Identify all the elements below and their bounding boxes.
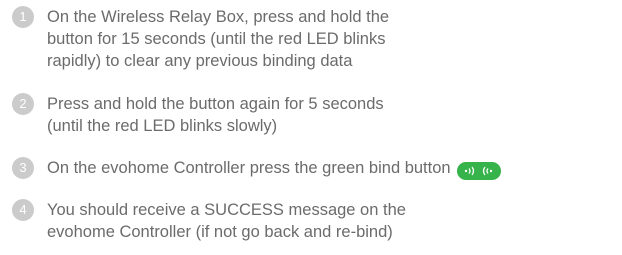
step-line: button for 15 seconds (until the red LED… [47, 30, 386, 48]
step-number: 1 [12, 6, 34, 28]
step-line: You should receive a SUCCESS message on … [47, 201, 406, 219]
bind-button-icon [456, 162, 501, 180]
step-2: 2 Press and hold the button again for 5 … [12, 93, 384, 137]
wireless-signal-reverse-icon [482, 166, 493, 176]
step-line: rapidly) to clear any previous binding d… [47, 52, 353, 70]
instruction-steps: 1 On the Wireless Relay Box, press and h… [0, 0, 622, 255]
step-line: On the Wireless Relay Box, press and hol… [47, 8, 390, 26]
step-number: 2 [12, 93, 34, 115]
step-line: Press and hold the button again for 5 se… [47, 95, 384, 113]
step-number: 4 [12, 199, 34, 221]
step-line-text: On the evohome Controller press the gree… [47, 159, 451, 177]
step-4: 4 You should receive a SUCCESS message o… [12, 199, 406, 243]
step-line: (until the red LED blinks slowly) [47, 117, 278, 135]
step-1: 1 On the Wireless Relay Box, press and h… [12, 6, 389, 72]
step-text: You should receive a SUCCESS message on … [47, 199, 406, 243]
step-3: 3 On the evohome Controller press the gr… [12, 157, 501, 180]
step-text: On the Wireless Relay Box, press and hol… [47, 6, 389, 72]
step-text: Press and hold the button again for 5 se… [47, 93, 384, 137]
step-number: 3 [12, 157, 34, 179]
step-line: On the evohome Controller press the gree… [47, 157, 501, 180]
step-text: On the evohome Controller press the gree… [47, 157, 501, 180]
wireless-signal-icon [464, 166, 475, 176]
step-line: evohome Controller (if not go back and r… [47, 223, 393, 241]
